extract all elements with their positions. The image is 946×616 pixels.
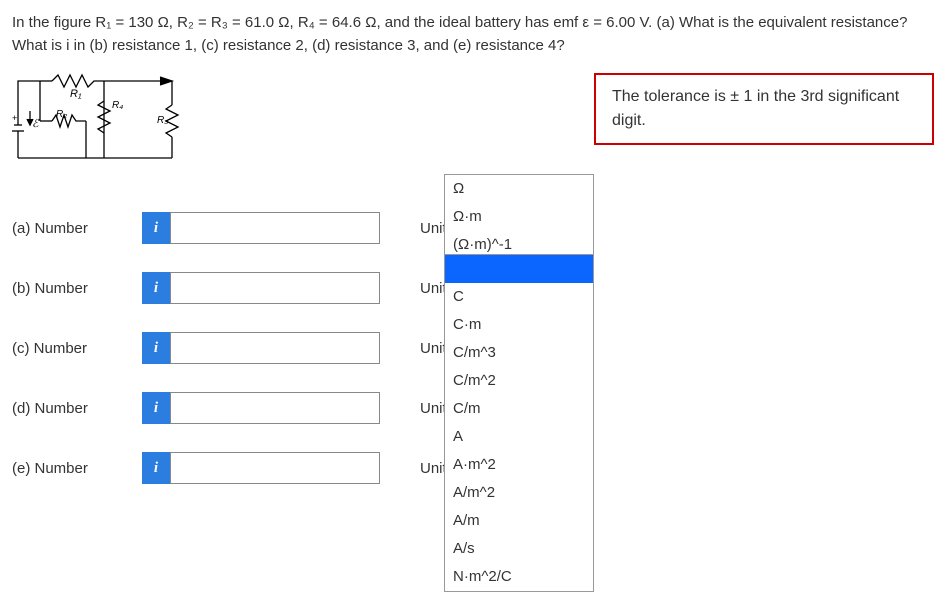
part-c-label: (c) Number — [12, 340, 142, 357]
option-a-m[interactable]: A/m — [445, 507, 593, 535]
option-cm3[interactable]: C/m^3 — [445, 339, 593, 367]
option-a-m2[interactable]: A/m^2 — [445, 479, 593, 507]
option-a[interactable]: A — [445, 423, 593, 451]
part-e-label: (e) Number — [12, 460, 142, 477]
option-cm[interactable]: C·m — [445, 311, 593, 339]
part-b-number-input[interactable] — [170, 272, 380, 304]
option-am2[interactable]: A·m^2 — [445, 451, 593, 479]
part-a-label: (a) Number — [12, 220, 142, 237]
part-a-row: (a) Number i Units Ω Ω·m (Ω·m)^-1 — [12, 198, 934, 258]
option-cm1[interactable]: C/m — [445, 395, 593, 423]
option-ohm[interactable]: Ω — [445, 175, 593, 203]
svg-text:R₂: R₂ — [56, 109, 67, 120]
tolerance-note: The tolerance is ± 1 in the 3rd signific… — [594, 73, 934, 145]
question-line2: What is i in (b) resistance 1, (c) resis… — [12, 37, 565, 54]
info-icon[interactable]: i — [142, 452, 170, 484]
info-icon[interactable]: i — [142, 212, 170, 244]
svg-text:R₃: R₃ — [157, 115, 168, 126]
part-e-number-input[interactable] — [170, 452, 380, 484]
question-text: In the figure R₁ = 130 Ω, R₂ = R₃ = 61.0… — [12, 12, 934, 57]
part-d-label: (d) Number — [12, 400, 142, 417]
svg-text:R₄: R₄ — [112, 100, 123, 111]
svg-text:+: + — [12, 113, 17, 123]
circuit-diagram: R₁ R₂ R₄ R₃ ℰ + — [12, 73, 187, 168]
option-blank[interactable] — [445, 255, 593, 283]
option-ohm-m[interactable]: Ω·m — [445, 203, 593, 231]
part-a-number-input[interactable] — [170, 212, 380, 244]
part-b-row: (b) Number i Units C C·m C/m^3 C/m^2 C/m… — [12, 258, 934, 318]
option-cm2[interactable]: C/m^2 — [445, 367, 593, 395]
option-c[interactable]: C — [445, 283, 593, 311]
units-dropdown-b-open[interactable]: C C·m C/m^3 C/m^2 C/m A A·m^2 A/m^2 A/m … — [444, 254, 594, 592]
svg-text:ℰ: ℰ — [32, 118, 40, 130]
info-icon[interactable]: i — [142, 392, 170, 424]
part-d-number-input[interactable] — [170, 392, 380, 424]
info-icon[interactable]: i — [142, 272, 170, 304]
question-line1: In the figure R₁ = 130 Ω, R₂ = R₃ = 61.0… — [12, 14, 907, 31]
option-a-s[interactable]: A/s — [445, 535, 593, 563]
part-c-number-input[interactable] — [170, 332, 380, 364]
part-b-label: (b) Number — [12, 280, 142, 297]
option-nm2c[interactable]: N·m^2/C — [445, 563, 593, 591]
info-icon[interactable]: i — [142, 332, 170, 364]
units-dropdown-a-open[interactable]: Ω Ω·m (Ω·m)^-1 — [444, 174, 594, 260]
svg-text:R₁: R₁ — [70, 88, 82, 100]
